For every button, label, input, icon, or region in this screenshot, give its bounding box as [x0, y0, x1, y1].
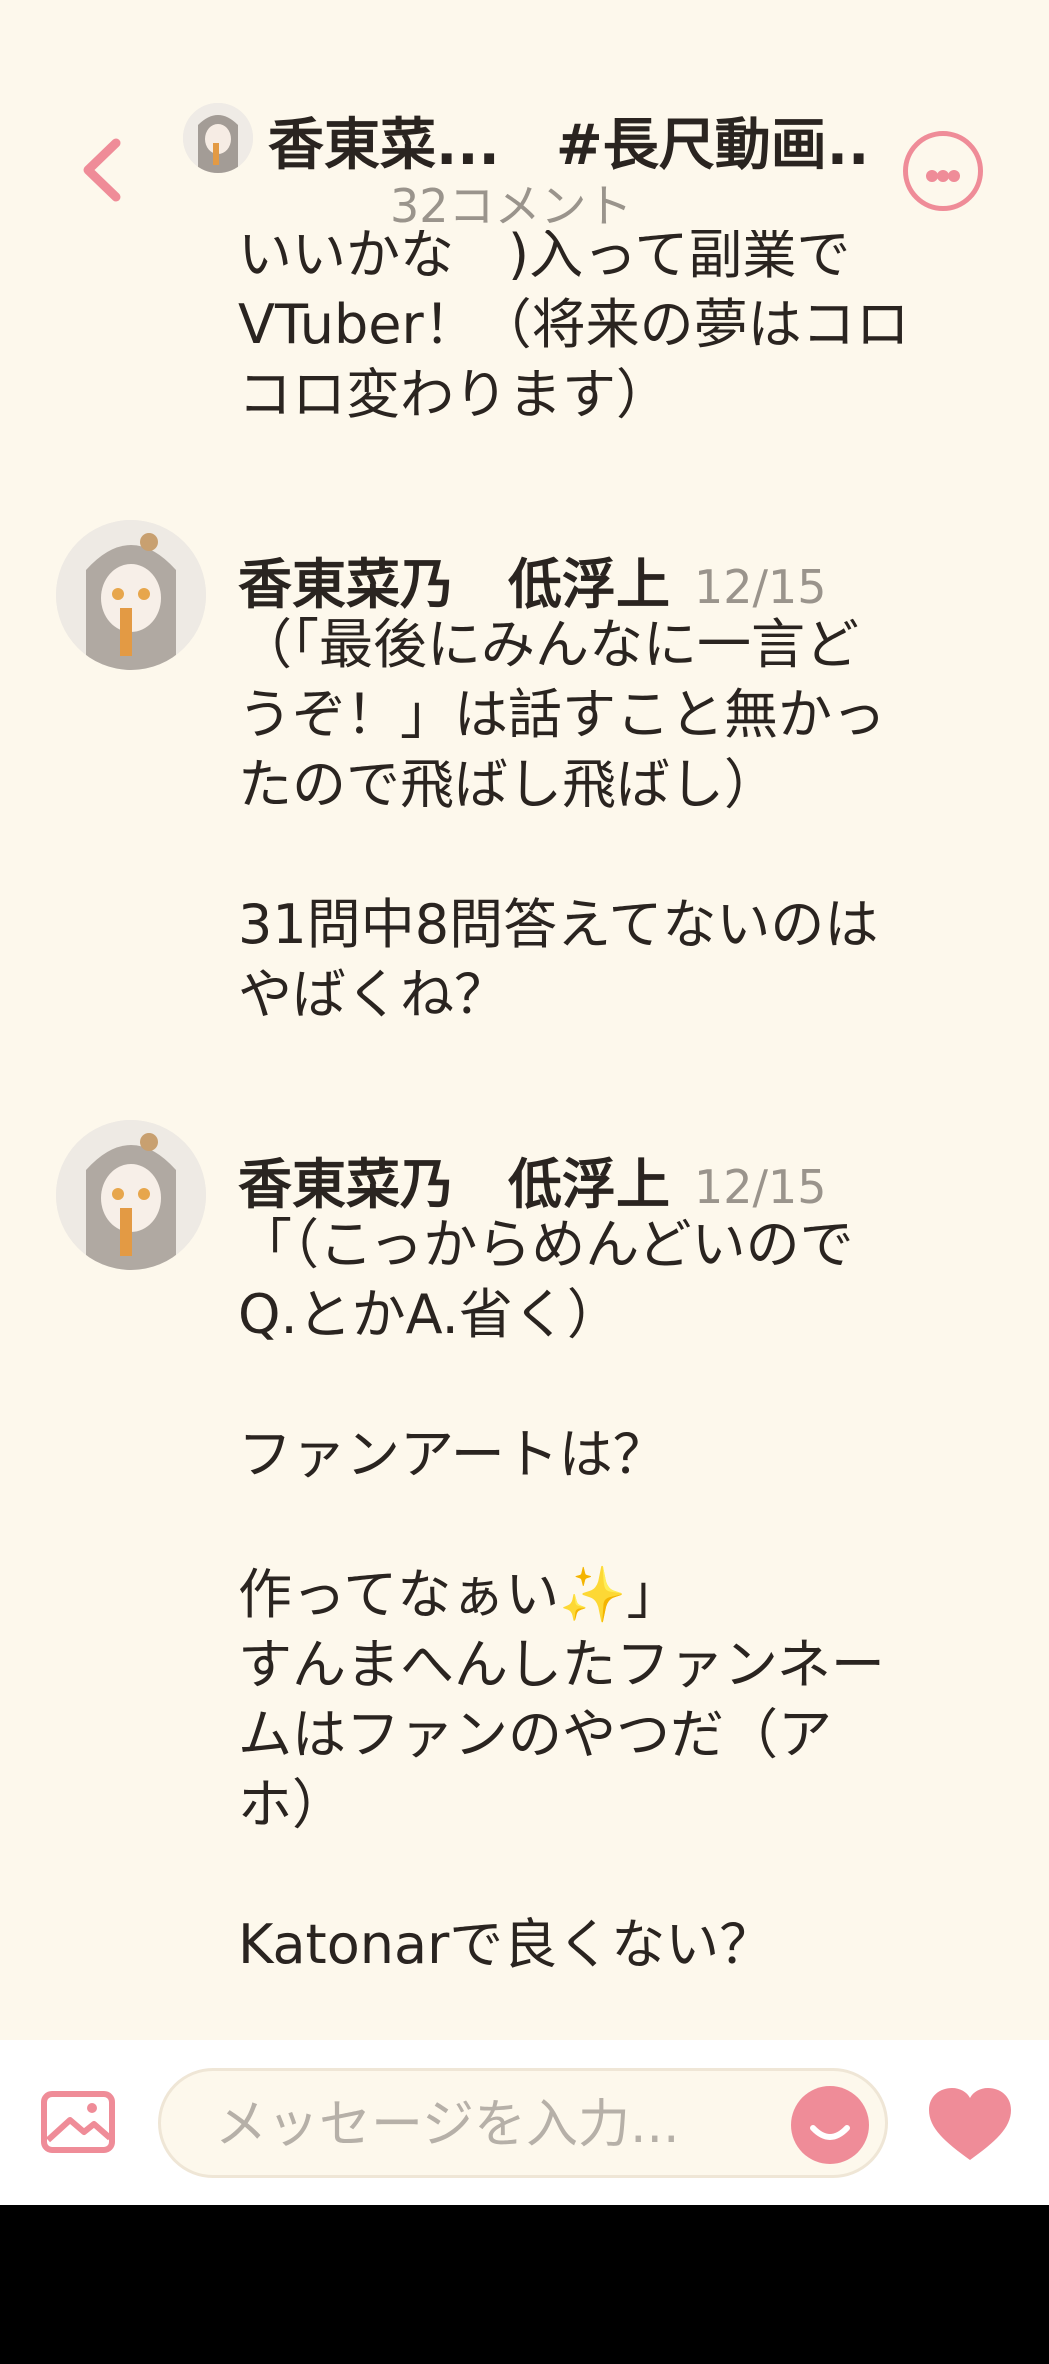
back-button[interactable] [70, 125, 130, 215]
comment-date: 12/15 [694, 560, 827, 614]
avatar-illustration [56, 1120, 206, 1270]
system-nav-bar [0, 2205, 1049, 2364]
message-input[interactable] [213, 2091, 737, 2159]
image-icon [41, 2091, 115, 2153]
like-button[interactable] [925, 2084, 1015, 2164]
partial-comment-text: いいかな )入って副業で VTuber！（将来の夢はコロ コロ変わります） [238, 230, 910, 426]
comment-header: 香東菜乃 低浮上 12/15 [238, 1140, 827, 1219]
comment-count: 32コメント [390, 179, 633, 233]
emoji-button[interactable] [791, 2086, 869, 2164]
avatar[interactable] [56, 520, 206, 670]
chat-header: 香東菜... #長尺動画... 32コメント [0, 0, 1049, 233]
comment-author[interactable]: 香東菜乃 低浮上 [238, 1153, 670, 1216]
avatar-illustration [183, 103, 253, 173]
comment-text: 「（こっからめんどいので Q.とかA.省く） ファンアートは？ 作ってなぁい✨」… [238, 1213, 885, 1976]
comment-text: （「最後にみんなに一言ど うぞ！」は話すこと無かっ たので飛ばし飛ばし） 31問… [238, 613, 886, 1026]
message-input-wrapper [158, 2068, 888, 2178]
comment-header: 香東菜乃 低浮上 12/15 [238, 540, 827, 619]
avatar-illustration [56, 520, 206, 670]
comment-date: 12/15 [694, 1160, 827, 1214]
more-button[interactable] [903, 131, 983, 211]
message-bar [0, 2040, 1049, 2205]
comment-author[interactable]: 香東菜乃 低浮上 [238, 553, 670, 616]
avatar[interactable] [56, 1120, 206, 1270]
image-button[interactable] [40, 2090, 116, 2154]
chat-title: 香東菜... #長尺動画... [268, 113, 868, 178]
smiley-icon [810, 2125, 850, 2140]
heart-icon [929, 2088, 1011, 2160]
header-avatar[interactable] [183, 103, 253, 173]
comment-feed[interactable]: いいかな )入って副業で VTuber！（将来の夢はコロ コロ変わります） 香東… [0, 230, 1049, 2040]
more-dots-icon [948, 170, 960, 182]
chevron-left-icon [83, 138, 121, 202]
